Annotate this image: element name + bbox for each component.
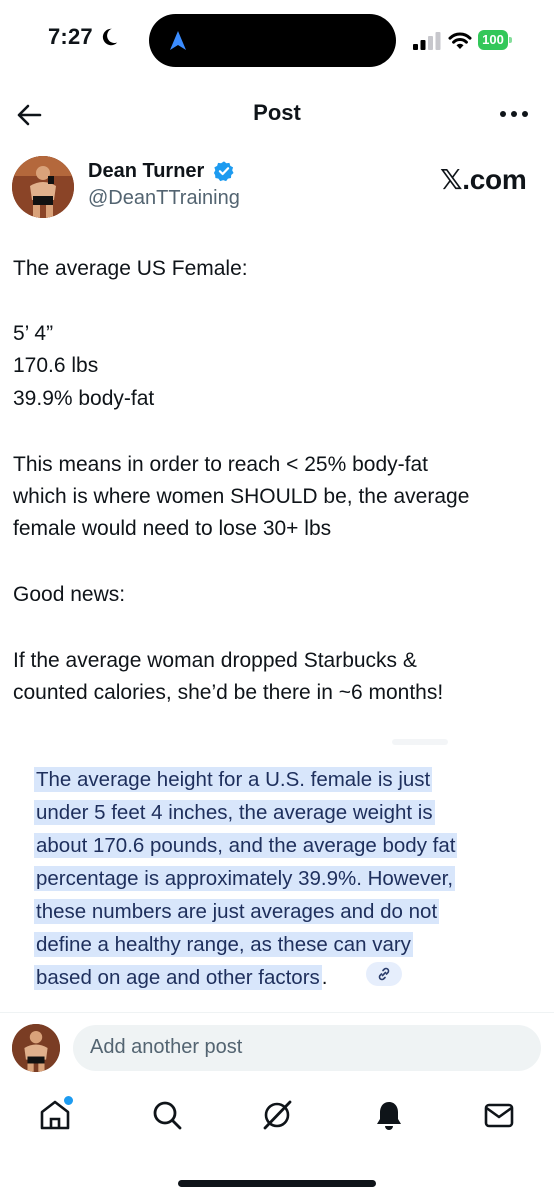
author-name[interactable]: Dean Turner [88, 160, 204, 183]
verified-badge-icon [213, 161, 234, 182]
post-text-line: female would need to lose 30+ lbs [13, 517, 332, 540]
quote-line: The average height for a U.S. female is … [34, 767, 433, 792]
more-horizontal-icon[interactable] [498, 108, 530, 120]
messages-icon[interactable] [482, 1098, 516, 1132]
battery-level: 100 [478, 30, 508, 50]
post-text-line: Good news: [13, 583, 126, 606]
reply-avatar [12, 1024, 60, 1072]
quote-line: under 5 feet 4 inches, the average weigh… [34, 800, 435, 825]
quote-line: based on age and other factors. [34, 965, 328, 990]
link-icon [378, 967, 390, 981]
signal-icon [413, 32, 441, 50]
page-title: Post [253, 100, 301, 125]
home-notification-dot [62, 1094, 75, 1107]
navigation-arrow-icon [170, 31, 186, 50]
moon-icon [102, 28, 118, 46]
quote-line: about 170.6 pounds, and the average body… [34, 833, 458, 858]
wifi-icon [448, 32, 472, 49]
post-text-line: The average US Female: [13, 257, 248, 280]
post-text-line: which is where women SHOULD be, the aver… [13, 485, 470, 508]
notifications-icon[interactable] [372, 1098, 406, 1132]
post-text-line: 39.9% body-fat [13, 387, 155, 410]
quote-line: define a healthy range, as these can var… [34, 932, 413, 957]
post-text-line: This means in order to reach < 25% body-… [13, 453, 428, 476]
quote-line: percentage is approximately 39.9%. Howev… [34, 866, 456, 891]
post-text-line: If the average woman dropped Starbucks & [13, 649, 417, 672]
search-icon[interactable] [150, 1098, 184, 1132]
status-time: 7:27 [48, 24, 93, 49]
post-text-line: 5’ 4” [13, 322, 54, 345]
author-handle[interactable]: @DeanTTraining [88, 187, 240, 210]
home-indicator [178, 1180, 376, 1187]
source-link-chip[interactable] [366, 962, 402, 986]
post-text-line: counted calories, she’d be there in ~6 m… [13, 681, 444, 704]
divider [0, 1012, 554, 1013]
grok-icon[interactable] [260, 1098, 294, 1132]
quote-period: . [321, 966, 328, 989]
battery-icon: 100 [478, 30, 512, 50]
quote-line: these numbers are just averages and do n… [34, 899, 440, 924]
post-text-line: 170.6 lbs [13, 354, 99, 377]
reply-placeholder: Add another post [90, 1036, 243, 1058]
source-watermark: 𝕏.com [440, 164, 527, 195]
avatar[interactable] [12, 156, 74, 218]
faint-divider [392, 739, 448, 745]
